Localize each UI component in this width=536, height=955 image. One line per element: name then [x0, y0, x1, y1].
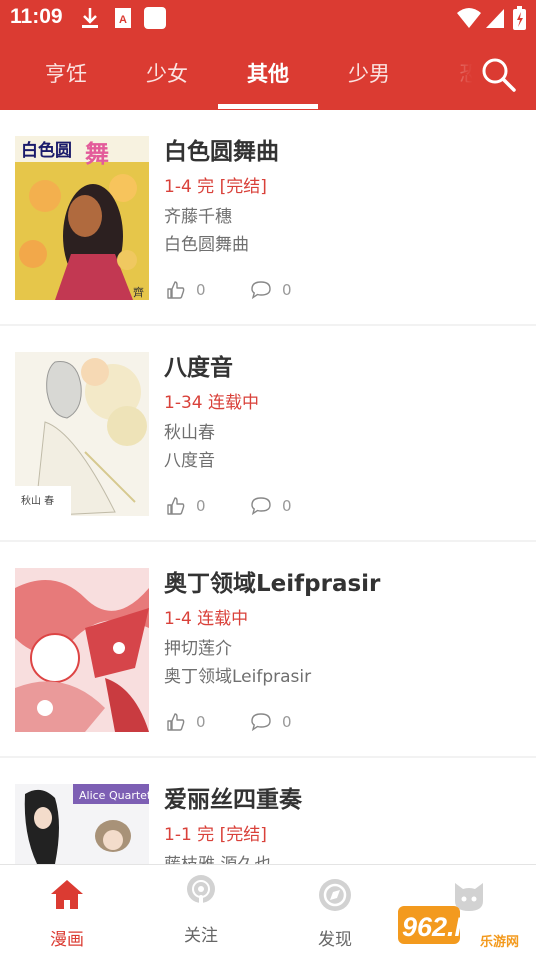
nav-follow[interactable]: 关注 [134, 865, 268, 955]
comic-cover-image: 白色圆 舞 齊 [15, 136, 149, 300]
nav-comics[interactable]: 漫画 [0, 865, 134, 955]
nav-discover[interactable]: 发现 [268, 865, 402, 955]
comic-cover-image: 秋山 春 [15, 352, 149, 516]
download-icon [82, 8, 98, 28]
comment-button[interactable]: 0 [250, 280, 292, 300]
comment-icon [251, 281, 271, 300]
comic-author: 押切莲介 [164, 639, 232, 659]
comic-title: 白色圆舞曲 [164, 139, 279, 165]
comic-title: 奥丁领域Leifprasir [164, 571, 381, 597]
tab-label: 少男 [348, 62, 390, 86]
comment-icon [251, 497, 271, 516]
nav-label: 关注 [184, 926, 218, 946]
comic-title: 八度音 [164, 355, 233, 381]
comic-author: 藤枝雅 源久也 [164, 850, 271, 864]
tab-label: 其他 [247, 62, 289, 86]
comic-list: 白色圆 舞 齊 白色圆舞曲 1-4 完 [完结] 齐藤千穗 白色圆舞曲 0 0 [0, 110, 536, 864]
like-count: 0 [196, 713, 206, 731]
comic-author: 齐藤千穗 [164, 207, 232, 227]
status-time: 11:09 [10, 5, 63, 28]
comment-count: 0 [282, 713, 292, 731]
comic-author: 秋山春 [164, 423, 215, 443]
nav-label: 漫画 [50, 930, 84, 950]
comic-subtitle: 奥丁领域Leifprasir [164, 667, 312, 687]
comment-count: 0 [282, 281, 292, 299]
signal-icon [486, 9, 504, 28]
comic-card[interactable]: 白色圆 舞 齊 白色圆舞曲 1-4 完 [完结] 齐藤千穗 白色圆舞曲 0 0 [0, 110, 536, 324]
active-tab-indicator [218, 104, 318, 109]
svg-text:A: A [119, 14, 127, 26]
comment-count: 0 [282, 497, 292, 515]
svg-text:齊: 齊 [133, 285, 144, 299]
tab-other[interactable]: 其他 [218, 36, 318, 110]
app-square-icon [144, 7, 166, 29]
watermark-subtext: 乐游网 [480, 934, 519, 950]
tab-label: 亨饪 [45, 62, 87, 86]
comment-button[interactable]: 0 [250, 496, 292, 516]
comic-subtitle: 白色圆舞曲 [164, 235, 249, 255]
comic-card[interactable]: 秋山 春 八度音 1-34 连载中 秋山春 八度音 0 0 [0, 326, 536, 540]
thumbs-up-icon [167, 281, 185, 299]
comic-card[interactable]: Alice Quartet 爱丽丝四重奏 1-1 完 [完结] 藤枝雅 源久也 [0, 758, 536, 864]
chapter-status: 1-4 连载中 [164, 609, 249, 629]
comic-title: 爱丽丝四重奏 [164, 787, 302, 813]
nav-label: 发现 [318, 930, 352, 950]
chapter-status: 1-1 完 [完结] [164, 825, 267, 845]
thumbs-up-icon [167, 497, 185, 515]
like-button[interactable]: 0 [166, 496, 206, 516]
watermark-logo: 962.NET 乐游网 [398, 906, 519, 950]
comic-subtitle: 八度音 [164, 451, 215, 471]
status-bar: 11:09 A [0, 0, 536, 36]
thumbs-up-icon [167, 713, 185, 731]
comic-cover-image: Alice Quartet [15, 784, 149, 864]
compass-icon [319, 879, 351, 911]
svg-text:白色圆: 白色圆 [21, 140, 72, 161]
comic-cover-image [15, 568, 149, 732]
search-icon[interactable] [478, 54, 518, 94]
home-icon [51, 880, 83, 909]
battery-icon [513, 6, 526, 30]
like-button[interactable]: 0 [166, 712, 206, 732]
tab-label: 少女 [146, 62, 188, 86]
chapter-status: 1-34 连载中 [164, 393, 259, 413]
chapter-status: 1-4 完 [完结] [164, 177, 267, 197]
svg-text:舞: 舞 [85, 140, 109, 168]
comment-icon [251, 713, 271, 732]
svg-text:秋山 春: 秋山 春 [21, 494, 54, 507]
wifi-icon [457, 8, 481, 28]
tab-cooking[interactable]: 亨饪 [16, 36, 116, 110]
tab-shounen[interactable]: 少男 [319, 36, 419, 110]
like-button[interactable]: 0 [166, 280, 206, 300]
like-count: 0 [196, 497, 206, 515]
comment-button[interactable]: 0 [250, 712, 292, 732]
font-a-icon: A [115, 8, 131, 28]
category-tab-bar: 亨饪 少女 其他 少男 恐 [0, 36, 536, 110]
podcast-icon [187, 875, 215, 905]
like-count: 0 [196, 281, 206, 299]
comic-card[interactable]: 奥丁领域Leifprasir 1-4 连载中 押切莲介 奥丁领域Leifpras… [0, 542, 536, 756]
tab-shoujo[interactable]: 少女 [117, 36, 217, 110]
svg-text:Alice Quartet: Alice Quartet [79, 789, 149, 802]
